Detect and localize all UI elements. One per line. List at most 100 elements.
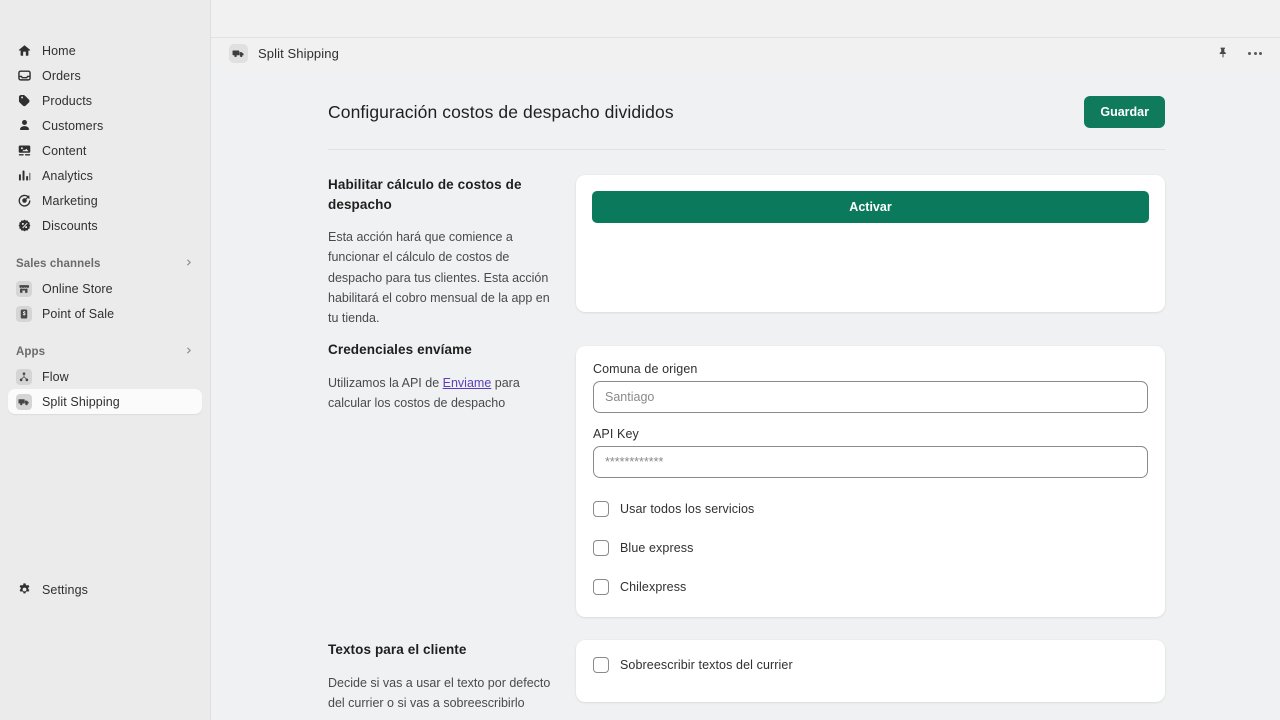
checkbox-label: Usar todos los servicios <box>620 502 754 516</box>
sidebar-main-nav: Home Orders Products Customers <box>0 38 210 238</box>
sidebar-item-customers[interactable]: Customers <box>8 113 202 138</box>
sidebar-item-discounts[interactable]: Discounts <box>8 213 202 238</box>
content-image-icon <box>16 143 32 159</box>
checkbox-label: Chilexpress <box>620 580 686 594</box>
apikey-label: API Key <box>593 427 1148 441</box>
more-horizontal-icon[interactable] <box>1246 44 1264 62</box>
app-titlebar-right <box>1214 44 1264 62</box>
online-store-icon <box>16 281 32 297</box>
gear-icon <box>16 582 32 598</box>
sidebar-footer: Settings <box>0 577 210 720</box>
sidebar-item-home[interactable]: Home <box>8 38 202 63</box>
checkbox-label: Blue express <box>620 541 693 555</box>
more-dots <box>1248 52 1262 55</box>
sidebar-item-point-of-sale[interactable]: Point of Sale <box>8 301 202 326</box>
app-titlebar-left: Split Shipping <box>229 44 339 63</box>
sidebar-item-label: Analytics <box>42 169 93 183</box>
sidebar-item-label: Settings <box>42 583 88 597</box>
sidebar-item-settings[interactable]: Settings <box>8 577 202 602</box>
checkbox-blue-express[interactable] <box>593 540 609 556</box>
section-credentials-title: Credenciales envíame <box>328 340 556 360</box>
window-topbar <box>211 0 1280 38</box>
activate-button[interactable]: Activar <box>592 191 1149 223</box>
truck-icon <box>229 44 248 63</box>
comuna-field-block: Comuna de origen <box>593 362 1148 413</box>
checkbox-row-chilexpress[interactable]: Chilexpress <box>593 579 1148 595</box>
sidebar-item-marketing[interactable]: Marketing <box>8 188 202 213</box>
sidebar-item-content[interactable]: Content <box>8 138 202 163</box>
customers-person-icon <box>16 118 32 134</box>
checkbox-all-services[interactable] <box>593 501 609 517</box>
section-texts: Textos para el cliente Decide si vas a u… <box>328 640 1165 713</box>
checkbox-overwrite-texts[interactable] <box>593 657 609 673</box>
sidebar-section-apps[interactable]: Apps <box>0 340 210 364</box>
section-credentials-description: Utilizamos la API de Enviame para calcul… <box>328 373 556 414</box>
page-title: Configuración costos de despacho dividid… <box>328 102 674 123</box>
apps-title: Apps <box>16 346 45 358</box>
section-texts-title: Textos para el cliente <box>328 640 556 660</box>
home-icon <box>16 43 32 59</box>
section-texts-left: Textos para el cliente Decide si vas a u… <box>328 640 576 713</box>
sidebar-item-orders[interactable]: Orders <box>8 63 202 88</box>
comuna-label: Comuna de origen <box>593 362 1148 376</box>
sidebar-sales-channels-list: Online Store Point of Sale <box>0 276 210 326</box>
checkbox-row-all-services[interactable]: Usar todos los servicios <box>593 501 1148 517</box>
checkbox-label: Sobreescribir textos del currier <box>620 658 793 672</box>
app-title: Split Shipping <box>258 46 339 61</box>
sidebar-item-label: Split Shipping <box>42 395 120 409</box>
main-area: Split Shipping Configuración costos de d… <box>211 0 1280 720</box>
section-enable-description: Esta acción hará que comience a funciona… <box>328 227 556 328</box>
section-enable-right: Activar <box>576 175 1165 328</box>
sidebar-item-label: Discounts <box>42 219 98 233</box>
checkbox-chilexpress[interactable] <box>593 579 609 595</box>
sidebar-item-split-shipping[interactable]: Split Shipping <box>8 389 202 414</box>
sidebar-item-flow[interactable]: Flow <box>8 364 202 389</box>
pin-icon[interactable] <box>1214 44 1232 62</box>
section-texts-right: Sobreescribir textos del currier <box>576 640 1165 713</box>
point-of-sale-icon <box>16 306 32 322</box>
sidebar-item-products[interactable]: Products <box>8 88 202 113</box>
checkbox-row-blue-express[interactable]: Blue express <box>593 540 1148 556</box>
texts-card: Sobreescribir textos del currier <box>576 640 1165 702</box>
sidebar-item-label: Marketing <box>42 194 98 208</box>
chevron-right-icon[interactable] <box>183 345 194 359</box>
section-enable-left: Habilitar cálculo de costos de despacho … <box>328 175 576 328</box>
products-tag-icon <box>16 93 32 109</box>
checkbox-row-overwrite-texts[interactable]: Sobreescribir textos del currier <box>593 657 793 673</box>
app-titlebar: Split Shipping <box>211 38 1280 68</box>
page-content-inner: Configuración costos de despacho dividid… <box>211 68 1280 713</box>
comuna-input[interactable] <box>593 381 1148 413</box>
flow-icon <box>16 369 32 385</box>
apikey-input[interactable] <box>593 446 1148 478</box>
section-credentials-right: Comuna de origen API Key Usar todos los … <box>576 340 1165 617</box>
orders-icon <box>16 68 32 84</box>
page-header: Configuración costos de despacho dividid… <box>328 68 1165 150</box>
section-credentials: Credenciales envíame Utilizamos la API d… <box>328 340 1165 617</box>
sidebar-item-label: Customers <box>42 119 103 133</box>
enviame-link[interactable]: Enviame <box>443 376 492 390</box>
sidebar-section-sales-channels[interactable]: Sales channels <box>0 252 210 276</box>
section-credentials-left: Credenciales envíame Utilizamos la API d… <box>328 340 576 617</box>
section-enable-title: Habilitar cálculo de costos de despacho <box>328 175 556 214</box>
sidebar-item-label: Home <box>42 44 76 58</box>
sidebar-item-label: Point of Sale <box>42 307 114 321</box>
sidebar-item-online-store[interactable]: Online Store <box>8 276 202 301</box>
chevron-right-icon[interactable] <box>183 257 194 271</box>
truck-icon <box>16 394 32 410</box>
apikey-field-block: API Key <box>593 427 1148 478</box>
sidebar-spacer <box>0 414 210 577</box>
sidebar: Home Orders Products Customers <box>0 0 211 720</box>
sidebar-item-label: Content <box>42 144 86 158</box>
sidebar-item-label: Online Store <box>42 282 113 296</box>
sidebar-apps-list: Flow Split Shipping <box>0 364 210 414</box>
save-button[interactable]: Guardar <box>1084 96 1165 128</box>
sidebar-item-label: Products <box>42 94 92 108</box>
discounts-badge-icon <box>16 218 32 234</box>
sidebar-item-label: Orders <box>42 69 81 83</box>
sidebar-item-analytics[interactable]: Analytics <box>8 163 202 188</box>
section-texts-description: Decide si vas a usar el texto por defect… <box>328 673 556 714</box>
marketing-target-icon <box>16 193 32 209</box>
sales-channels-title: Sales channels <box>16 258 101 270</box>
sidebar-item-label: Flow <box>42 370 69 384</box>
section-enable: Habilitar cálculo de costos de despacho … <box>328 175 1165 328</box>
